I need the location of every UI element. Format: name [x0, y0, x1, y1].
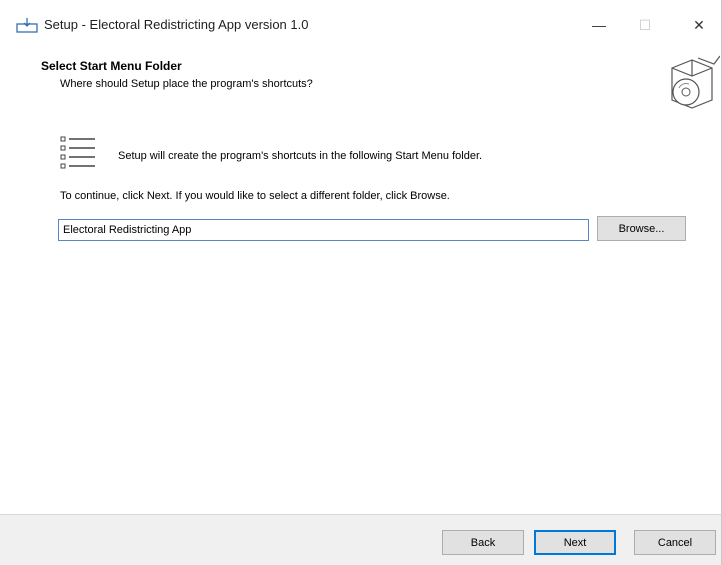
- info-text: Setup will create the program's shortcut…: [118, 150, 483, 162]
- cancel-button[interactable]: Cancel: [634, 530, 716, 555]
- close-icon: ✕: [693, 16, 705, 33]
- window-title: Setup - Electoral Redistricting App vers…: [44, 17, 309, 32]
- instruction-text: To continue, click Next. If you would li…: [60, 190, 450, 202]
- next-button[interactable]: Next: [534, 530, 616, 555]
- minimize-icon: —: [592, 17, 606, 33]
- wizard-footer: Back Next Cancel: [0, 514, 721, 565]
- maximize-button[interactable]: ☐: [622, 10, 668, 40]
- page-title: Select Start Menu Folder: [41, 59, 182, 73]
- setup-app-icon: [16, 18, 38, 33]
- page-subtitle: Where should Setup place the program's s…: [60, 78, 313, 90]
- wizard-header: Select Start Menu Folder Where should Se…: [0, 42, 721, 116]
- setup-box-cd-icon: [671, 55, 720, 109]
- start-menu-list-icon: [60, 136, 95, 169]
- minimize-button[interactable]: —: [576, 10, 622, 40]
- close-button[interactable]: ✕: [676, 10, 722, 40]
- browse-button[interactable]: Browse...: [597, 216, 686, 241]
- setup-window: Setup - Electoral Redistricting App vers…: [0, 0, 722, 565]
- back-button[interactable]: Back: [442, 530, 524, 555]
- start-menu-folder-input[interactable]: [58, 219, 589, 241]
- title-bar[interactable]: Setup - Electoral Redistricting App vers…: [0, 0, 721, 40]
- wizard-content: Setup will create the program's shortcut…: [0, 116, 721, 524]
- maximize-icon: ☐: [638, 16, 652, 33]
